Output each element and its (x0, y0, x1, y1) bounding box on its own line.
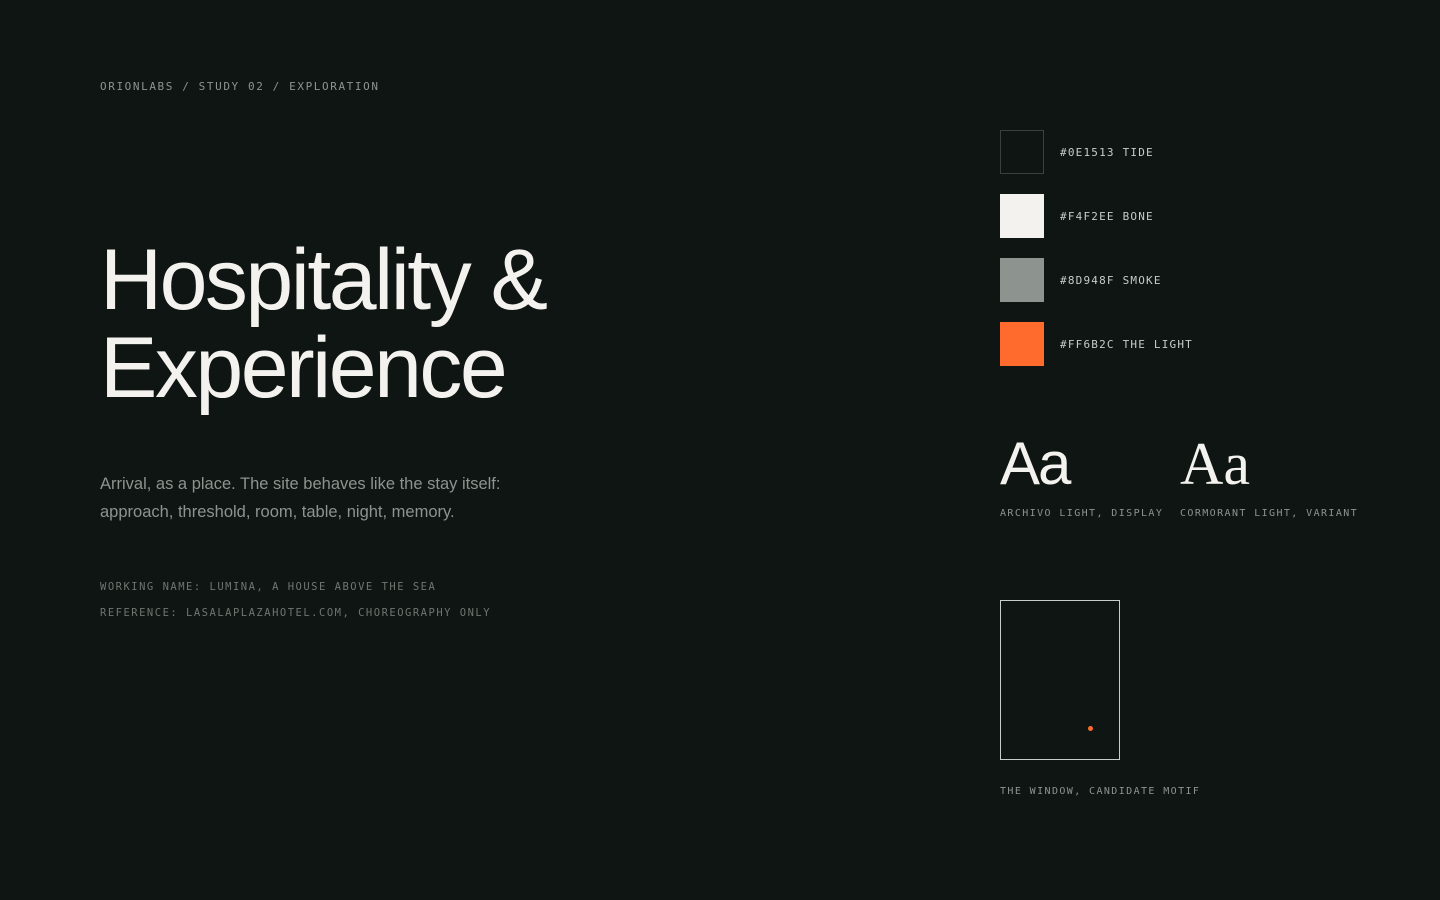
variant-font-sample: Aa (1180, 431, 1250, 497)
display-font-caption: ARCHIVO LIGHT, DISPLAY (1000, 508, 1164, 519)
type-specimens: Aa ARCHIVO LIGHT, DISPLAY Aa CORMORANT L… (1000, 430, 1360, 519)
project-notes: WORKING NAME: LUMINA, A HOUSE ABOVE THE … (100, 580, 491, 632)
swatch-label-tide: #0E1513 TIDE (1060, 145, 1154, 159)
palette-row-the-light: #FF6B2C THE LIGHT (1000, 322, 1193, 366)
variant-font-caption: CORMORANT LIGHT, VARIANT (1180, 508, 1359, 519)
palette-row-smoke: #8D948F SMOKE (1000, 258, 1193, 302)
breadcrumb: ORIONLABS / STUDY 02 / EXPLORATION (100, 80, 380, 93)
title-line-2: Experience (100, 320, 508, 416)
reference-note: REFERENCE: LASALAPLAZAHOTEL.COM, CHOREOG… (100, 607, 492, 619)
color-swatch-the-light (1000, 322, 1044, 366)
intro-paragraph: Arrival, as a place. The site behaves li… (100, 475, 501, 521)
motif-caption: THE WINDOW, CANDIDATE MOTIF (1000, 786, 1201, 797)
type-specimen-variant: Aa CORMORANT LIGHT, VARIANT (1180, 430, 1360, 519)
window-motif (1000, 600, 1120, 760)
title-line-1: Hospitality & (100, 232, 548, 328)
color-palette: #0E1513 TIDE #F4F2EE BONE #8D948F SMOKE … (1000, 130, 1193, 386)
color-swatch-smoke (1000, 258, 1044, 302)
color-swatch-bone (1000, 194, 1044, 238)
color-swatch-tide (1000, 130, 1044, 174)
working-name-note: WORKING NAME: LUMINA, A HOUSE ABOVE THE … (100, 581, 437, 593)
palette-row-tide: #0E1513 TIDE (1000, 130, 1193, 174)
palette-row-bone: #F4F2EE BONE (1000, 194, 1193, 238)
type-specimen-display: Aa ARCHIVO LIGHT, DISPLAY (1000, 430, 1180, 519)
display-font-sample: Aa (1000, 430, 1071, 497)
page-title: Hospitality & Experience (100, 232, 548, 416)
swatch-label-smoke: #8D948F SMOKE (1060, 273, 1162, 287)
swatch-label-the-light: #FF6B2C THE LIGHT (1060, 337, 1193, 351)
light-dot (1088, 726, 1093, 731)
swatch-label-bone: #F4F2EE BONE (1060, 209, 1154, 223)
